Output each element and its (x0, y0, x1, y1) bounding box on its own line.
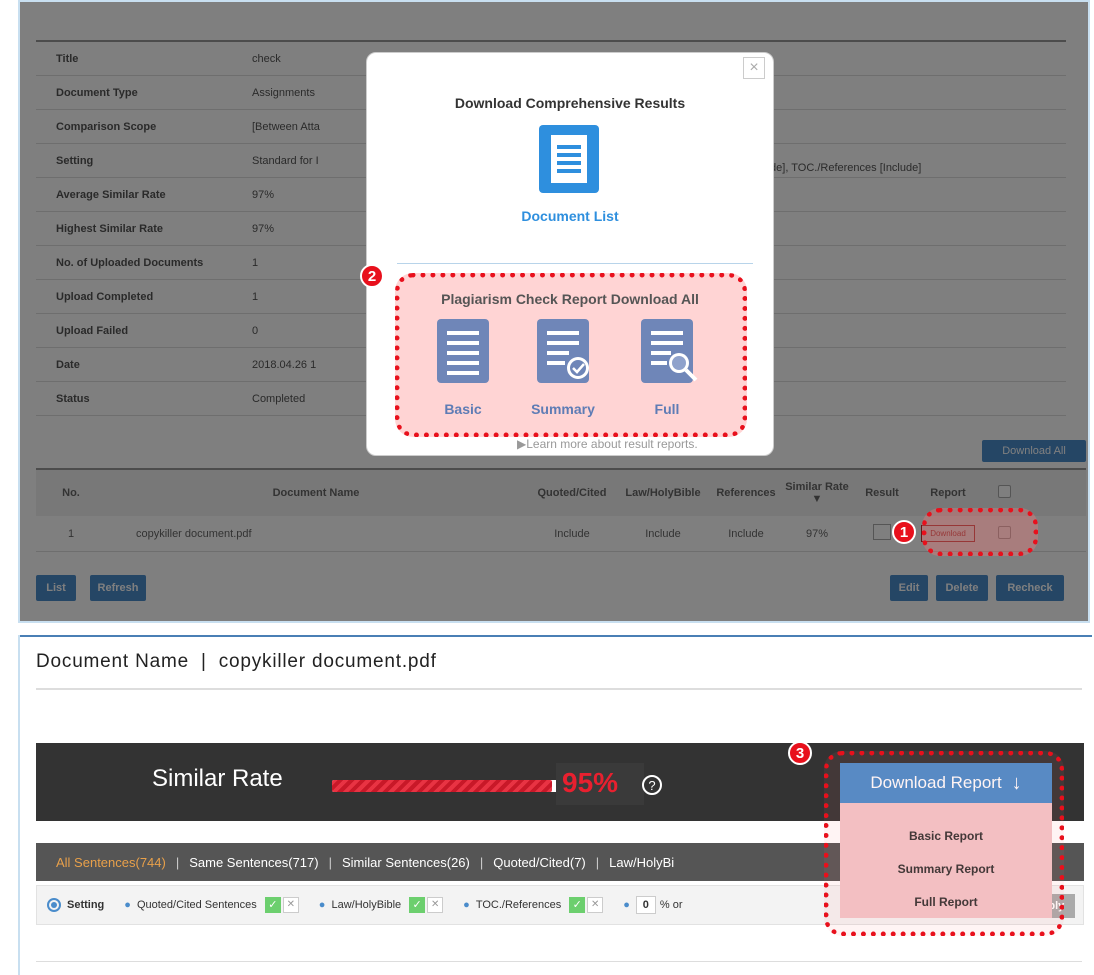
document-name-heading: Document Name | copykiller document.pdf (36, 651, 437, 673)
separator: | (595, 854, 600, 870)
similar-rate-track (332, 780, 564, 792)
top-panel: Titlecheck Document TypeAssignments Comp… (18, 0, 1090, 623)
filter-quoted-cited[interactable]: Quoted/Cited(7) (493, 855, 586, 870)
separator: | (200, 651, 207, 672)
setting-label: Setting (67, 899, 105, 911)
bottom-panel: Document Name | copykiller document.pdf Si… (18, 635, 1092, 975)
document-name-value: copykiller document.pdf (218, 651, 437, 672)
learn-more-link[interactable]: ▶Learn more about result reports. (517, 437, 698, 451)
separator: | (479, 854, 484, 870)
check-icon[interactable]: ✓ (409, 897, 426, 913)
toc-setting-label: TOC./References (475, 899, 562, 911)
document-name-label: Document Name (36, 651, 189, 672)
download-modal: × Download Comprehensive Results Documen… (366, 52, 774, 456)
full-report-icon[interactable] (641, 319, 698, 383)
bullet-icon: ● (463, 899, 470, 911)
separator: | (328, 854, 332, 870)
close-icon[interactable]: × (743, 57, 765, 79)
filter-law-holybible[interactable]: Law/HolyBi (609, 855, 674, 870)
filter-similar-sentences[interactable]: Similar Sentences(26) (342, 855, 470, 870)
bullet-icon: ● (318, 899, 326, 911)
highlight-download-report (824, 751, 1064, 936)
similar-rate-value: 95% (562, 767, 619, 798)
law-setting-label: Law/HolyBible (331, 899, 402, 911)
full-report-label[interactable]: Full (617, 401, 717, 417)
separator: | (175, 854, 180, 870)
bullet-icon: ● (623, 899, 630, 911)
step-marker-3: 3 (788, 741, 812, 765)
percent-input[interactable]: 0 (635, 896, 656, 914)
basic-report-label[interactable]: Basic (413, 401, 513, 417)
check-icon[interactable]: ✓ (264, 897, 281, 913)
summary-report-label[interactable]: Summary (513, 401, 613, 417)
bullet-icon: ● (124, 899, 131, 911)
similar-rate-label: Similar Rate (152, 765, 283, 792)
modal-divider (397, 263, 753, 264)
x-icon[interactable]: ✕ (587, 897, 604, 913)
filter-same-sentences[interactable]: Same Sentences(717) (189, 855, 318, 870)
document-list-label[interactable]: Document List (367, 207, 773, 225)
help-icon[interactable]: ? (642, 775, 662, 795)
step-marker-1: 1 (892, 520, 916, 544)
modal-title: Download Comprehensive Results (454, 95, 686, 111)
divider (36, 961, 1082, 962)
highlight-report-download (922, 508, 1038, 556)
x-icon[interactable]: ✕ (427, 897, 444, 913)
x-icon[interactable]: ✕ (282, 897, 299, 913)
divider (36, 688, 1082, 690)
basic-report-icon[interactable] (437, 319, 489, 383)
divider (20, 635, 1092, 637)
plagiarism-report-title: Plagiarism Check Report Download All (441, 291, 699, 307)
check-icon[interactable]: ✓ (569, 897, 586, 913)
percent-label: % or (659, 899, 683, 911)
step-marker-2: 2 (360, 264, 384, 288)
similar-rate-fill (332, 780, 553, 792)
quoted-setting-label: Quoted/Cited Sentences (136, 899, 257, 911)
filter-all-sentences[interactable]: All Sentences(744) (56, 855, 166, 870)
summary-report-icon[interactable] (537, 319, 589, 383)
document-list-icon[interactable] (539, 125, 599, 193)
radio-icon[interactable] (47, 898, 61, 912)
